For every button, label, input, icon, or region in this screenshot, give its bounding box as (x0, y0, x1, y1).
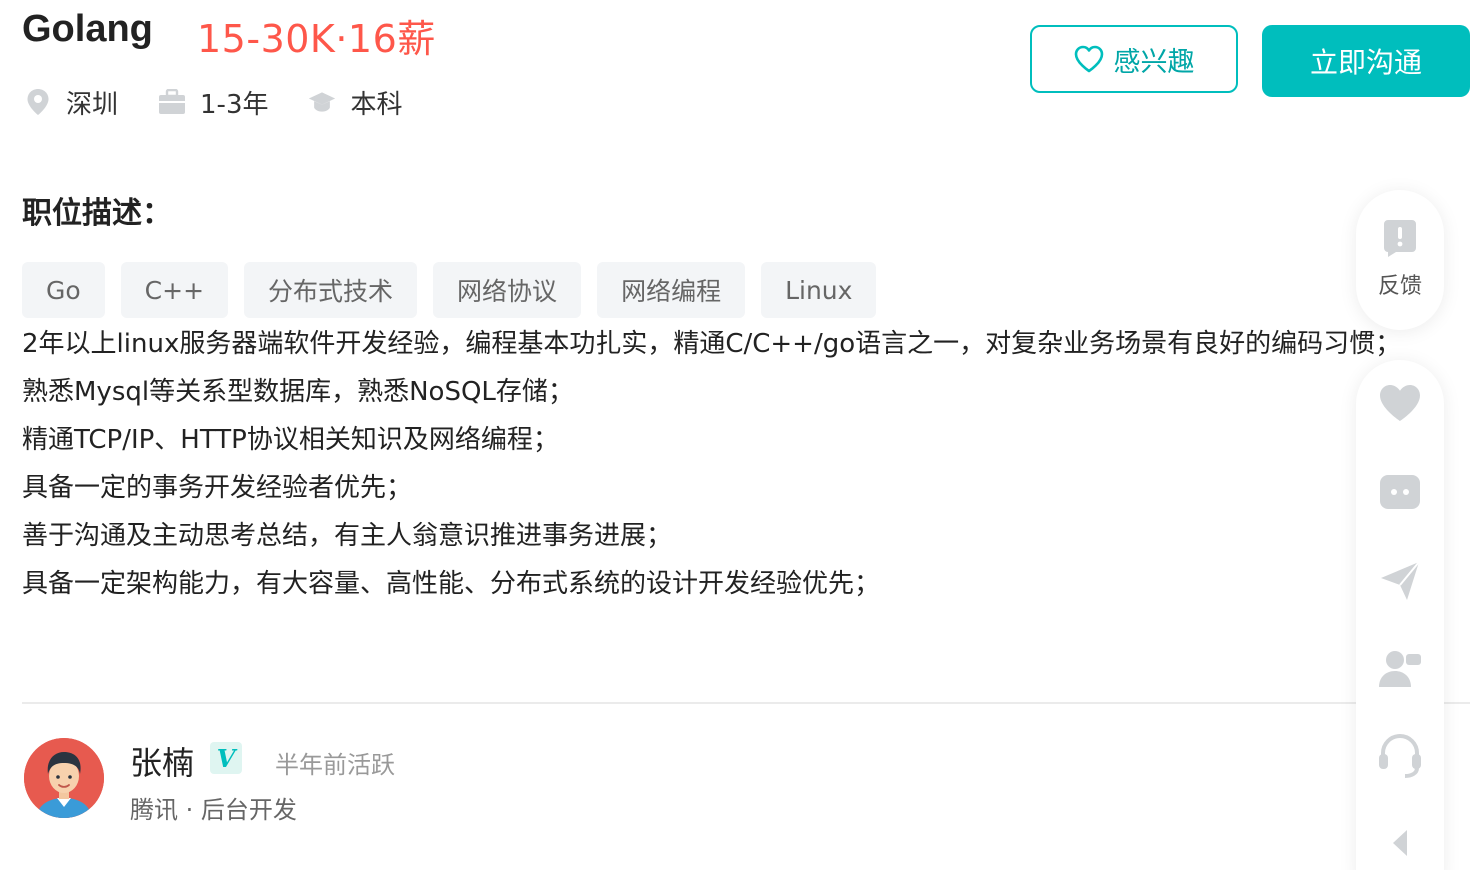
chat-now-label: 立即沟通 (1309, 46, 1422, 79)
graduation-cap-icon (308, 88, 336, 116)
feedback-label: 反馈 (1377, 274, 1422, 299)
chat-now-button[interactable]: 立即沟通 (1262, 25, 1470, 97)
job-description: 2年以上linux服务器端软件开发经验，编程基本功扎实，精通C/C++/go语言… (22, 320, 1432, 608)
verified-badge-icon: V (210, 742, 242, 774)
skill-tag: Go (22, 262, 105, 318)
contact-icon (1379, 651, 1421, 687)
active-status: 半年前活跃 (275, 751, 395, 779)
experience-text: 1-3年 (200, 89, 269, 120)
briefcase-icon (158, 88, 186, 116)
recruiter-name: 张楠 (130, 744, 195, 782)
feedback-icon (1384, 220, 1416, 257)
description-line: 善于沟通及主动思考总结，有主人翁意识推进事务进展； (22, 521, 673, 551)
education-text: 本科 (350, 89, 403, 120)
interest-label: 感兴趣 (1113, 46, 1195, 78)
description-line: 精通TCP/IP、HTTP协议相关知识及网络编程； (22, 425, 559, 455)
job-title: Golang (22, 8, 153, 50)
interest-button[interactable]: 感兴趣 (1030, 25, 1238, 93)
send-icon (1381, 561, 1420, 600)
chat-bubble-icon (1380, 475, 1420, 509)
side-toolbar (1356, 360, 1444, 870)
description-line: 熟悉Mysql等关系型数据库，熟悉NoSQL存储； (22, 377, 574, 407)
customer-service-button[interactable] (1356, 732, 1444, 778)
skill-tags: Go C++ 分布式技术 网络协议 网络编程 Linux (22, 262, 892, 318)
section-title: 职位描述： (22, 196, 172, 231)
skill-tag: 网络编程 (597, 262, 746, 318)
heart-outline-icon (1074, 45, 1103, 73)
feedback-button[interactable]: 反馈 (1356, 218, 1444, 300)
divider (22, 702, 1470, 704)
recruiter-company: 腾讯 · 后台开发 (130, 796, 297, 824)
job-meta: 深圳 1-3年 本科 (24, 84, 443, 120)
contact-button[interactable] (1356, 648, 1444, 688)
heart-icon (1380, 385, 1420, 421)
collapse-button[interactable] (1356, 828, 1444, 858)
collapse-icon (1393, 830, 1407, 856)
description-line: 具备一定的事务开发经验者优先； (22, 473, 413, 503)
salary: 15-30K·16薪 (197, 17, 436, 61)
experience: 1-3年 (158, 84, 268, 121)
description-line: 具备一定架构能力，有大容量、高性能、分布式系统的设计开发经验优先； (22, 569, 881, 599)
skill-tag: Linux (761, 262, 877, 318)
location-pin-icon (24, 88, 52, 116)
skill-tag: 分布式技术 (244, 262, 418, 318)
avatar[interactable] (24, 738, 104, 818)
avatar-illustration (24, 738, 104, 818)
message-button[interactable] (1356, 474, 1444, 512)
headset-icon (1379, 734, 1421, 778)
skill-tag: 网络协议 (433, 262, 582, 318)
education: 本科 (308, 84, 403, 121)
description-line: 2年以上linux服务器端软件开发经验，编程基本功扎实，精通C/C++/go语言… (22, 329, 1402, 359)
location-text: 深圳 (66, 89, 119, 120)
favorite-button[interactable] (1356, 384, 1444, 422)
location: 深圳 (24, 84, 118, 121)
share-button[interactable] (1356, 560, 1444, 602)
feedback-panel: 反馈 (1356, 190, 1444, 330)
skill-tag: C++ (120, 262, 229, 318)
